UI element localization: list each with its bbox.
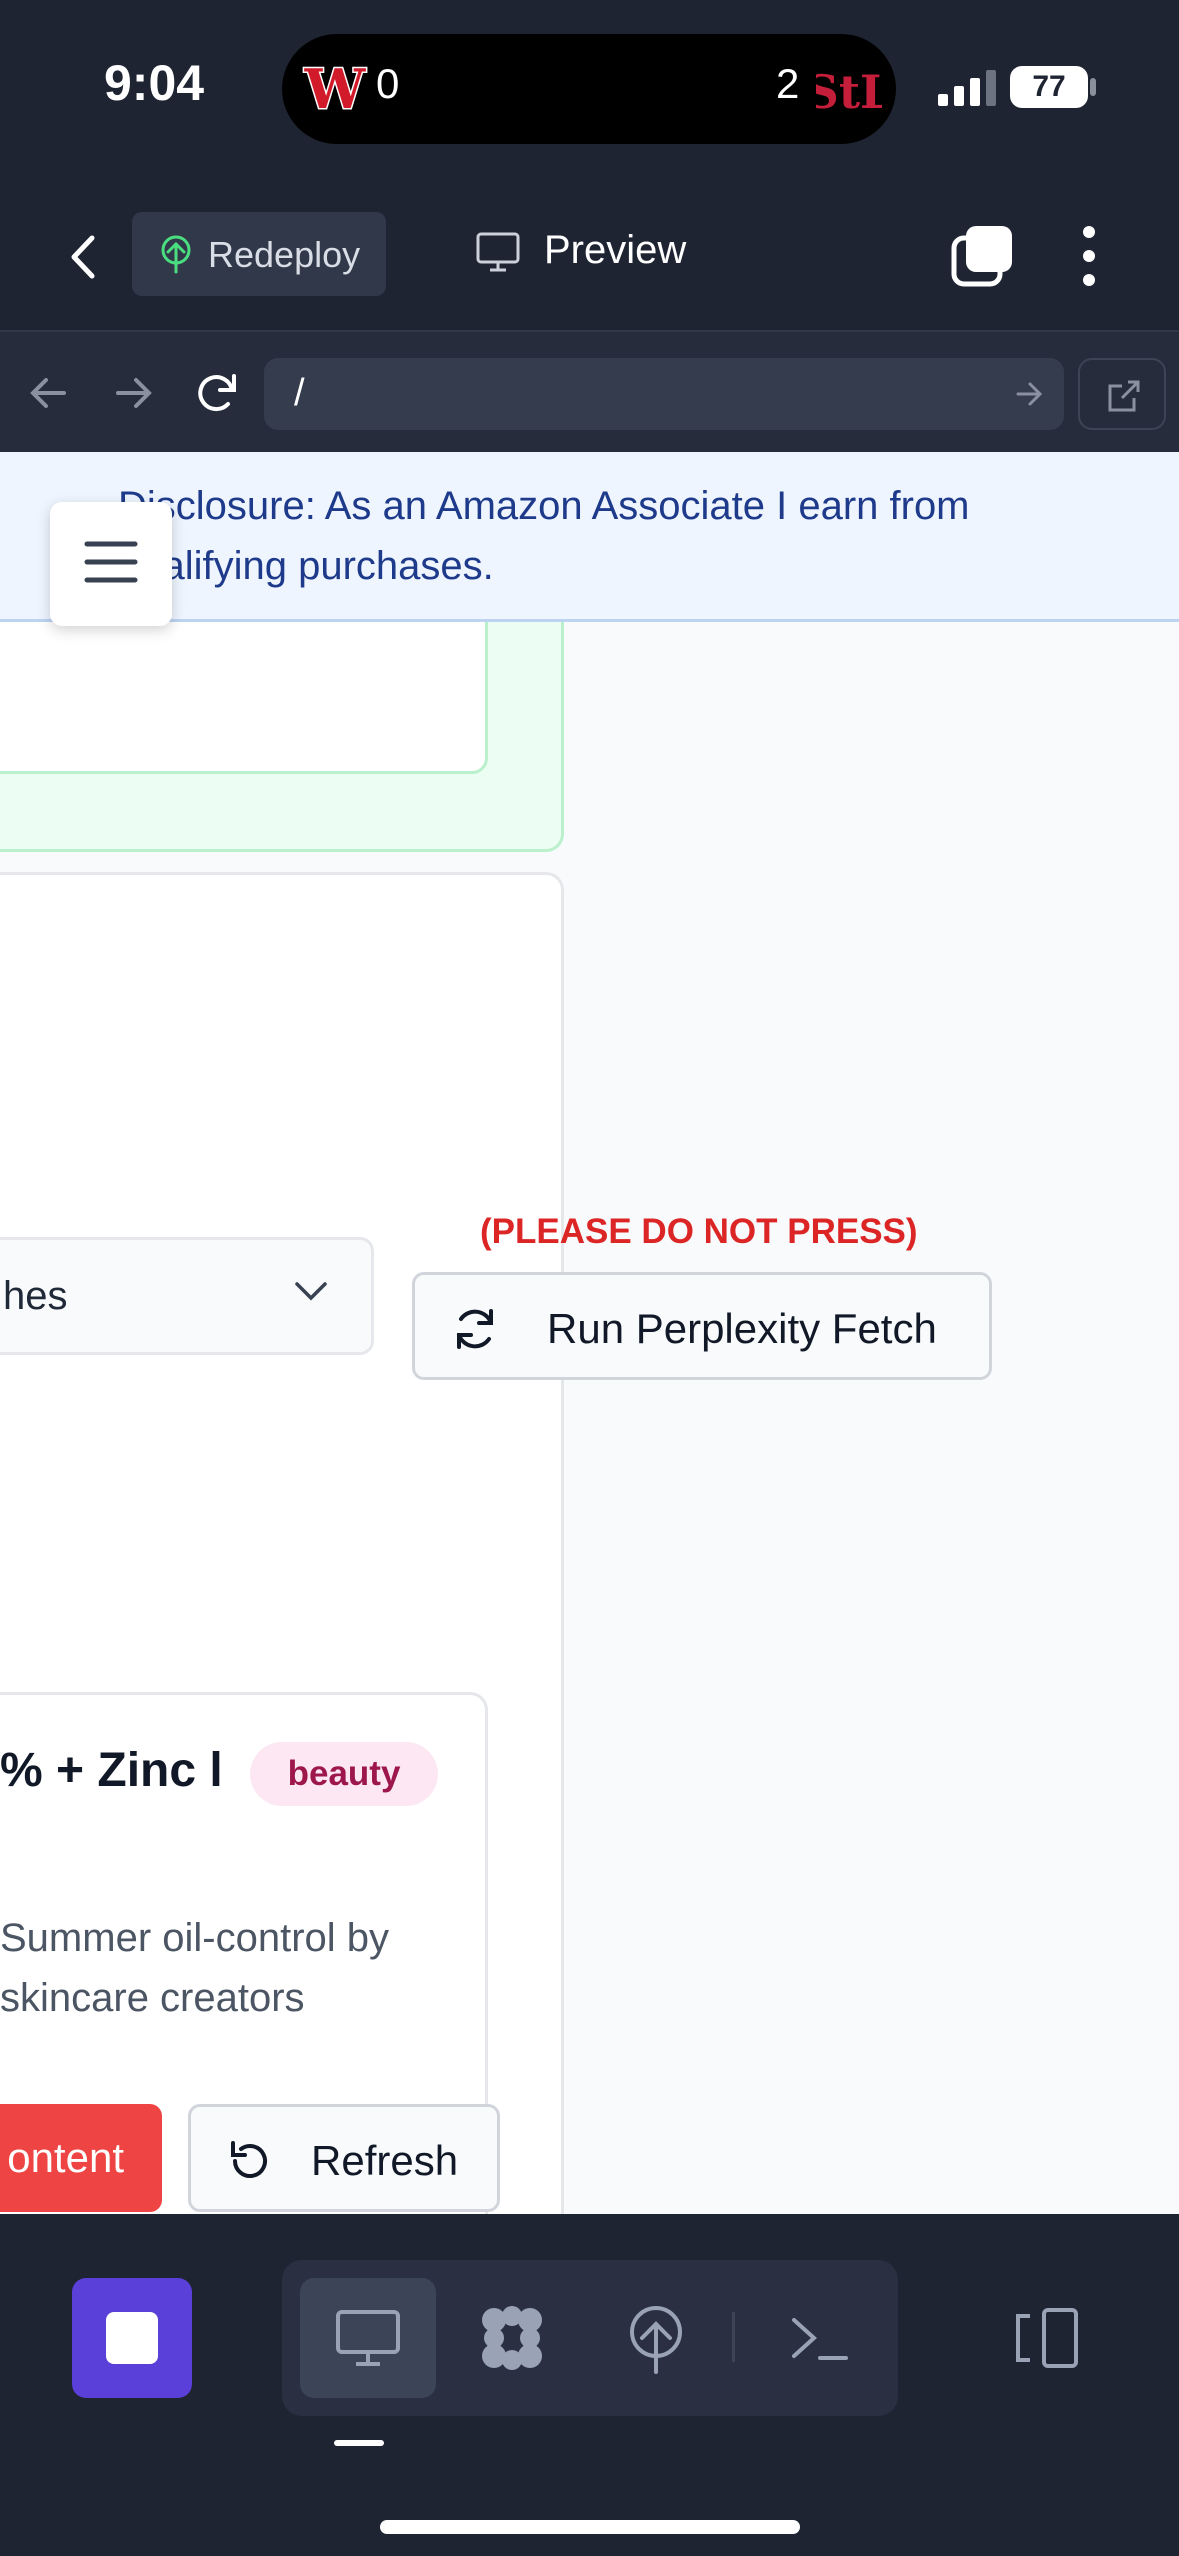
- grid-blob-icon: [482, 2306, 542, 2370]
- affiliate-disclosure-banner: Disclosure: As an Amazon Associate I ear…: [0, 452, 1179, 622]
- go-arrow-icon[interactable]: [1014, 380, 1044, 408]
- external-link-icon: [1108, 380, 1140, 412]
- divider: [732, 2312, 735, 2362]
- refresh-button-label: Refresh: [311, 2137, 459, 2184]
- cellular-signal-icon: [938, 70, 996, 106]
- nationals-logo-icon: W: [302, 56, 368, 122]
- monitor-icon: [336, 2310, 400, 2366]
- active-tab-indicator: [334, 2440, 384, 2446]
- battery-icon: 77: [1010, 66, 1088, 108]
- monitor-icon: [476, 232, 520, 272]
- browser-forward-icon[interactable]: [108, 368, 158, 418]
- preview-label: Preview: [544, 228, 687, 272]
- url-input[interactable]: /: [264, 358, 1064, 430]
- hamburger-icon: [84, 541, 138, 583]
- web-preview: hes (PLEASE DO NOT PRESS) Run Perplexity…: [0, 452, 1179, 2214]
- deploy-icon: [161, 235, 191, 274]
- tab-shell[interactable]: [752, 2278, 888, 2398]
- product-title: % + Zinc l: [0, 1744, 223, 1797]
- split-view-icon[interactable]: [1010, 2306, 1082, 2370]
- tabs-icon[interactable]: [950, 224, 1014, 288]
- refresh-icon: [231, 2141, 267, 2178]
- deploy-icon: [630, 2306, 682, 2374]
- category-badge: beauty: [250, 1742, 438, 1806]
- bottom-toolbar: [0, 2214, 1179, 2556]
- url-text: /: [294, 372, 305, 414]
- hamburger-menu-button[interactable]: [50, 502, 172, 626]
- refresh-button[interactable]: Refresh: [188, 2104, 500, 2212]
- content-button[interactable]: ontent: [0, 2104, 162, 2212]
- dynamic-island-live-score[interactable]: W 0 2 StL: [282, 34, 896, 144]
- tab-preview[interactable]: [300, 2278, 436, 2398]
- back-chevron-icon[interactable]: [58, 230, 112, 284]
- reload-icon[interactable]: [192, 368, 242, 418]
- fetch-button-label: Run Perplexity Fetch: [547, 1305, 937, 1352]
- redeploy-label: Redeploy: [208, 234, 361, 275]
- home-score: 2: [776, 60, 800, 107]
- product-description: Summer oil-control by skincare creators: [0, 1916, 390, 2020]
- browser-back-icon[interactable]: [24, 368, 74, 418]
- open-external-button[interactable]: [1078, 358, 1166, 430]
- app-top-bar: Redeploy Preview: [0, 180, 1179, 330]
- category-select[interactable]: hes: [0, 1237, 374, 1355]
- stop-icon: [106, 2312, 158, 2364]
- terminal-icon: [792, 2318, 848, 2360]
- svg-text:W: W: [304, 57, 367, 121]
- home-indicator: [380, 2520, 800, 2534]
- do-not-press-warning: (PLEASE DO NOT PRESS): [480, 1212, 918, 1251]
- tab-workspace[interactable]: [444, 2278, 580, 2398]
- more-options-icon[interactable]: [1076, 224, 1102, 288]
- cardinals-logo-icon: StL: [816, 65, 882, 119]
- refresh-cycle-icon: [457, 1309, 493, 1349]
- away-score: 0: [376, 60, 400, 107]
- status-bar: 9:04 W 0 2 StL 77: [0, 0, 1179, 180]
- clock: 9:04: [104, 55, 205, 111]
- category-select-value: hes: [3, 1274, 68, 1318]
- chevron-down-icon: [295, 1282, 327, 1301]
- view-switcher: [282, 2260, 898, 2416]
- battery-tip: [1090, 78, 1096, 96]
- browser-nav-bar: /: [0, 330, 1179, 452]
- redeploy-button[interactable]: Redeploy: [132, 212, 386, 296]
- disclosure-text: Disclosure: As an Amazon Associate I ear…: [118, 484, 970, 588]
- stop-button[interactable]: [72, 2278, 192, 2398]
- content-button-label: ontent: [7, 2134, 124, 2181]
- tab-deploy[interactable]: [588, 2278, 724, 2398]
- run-perplexity-fetch-button[interactable]: Run Perplexity Fetch: [412, 1272, 992, 1380]
- svg-text:StL: StL: [816, 65, 882, 119]
